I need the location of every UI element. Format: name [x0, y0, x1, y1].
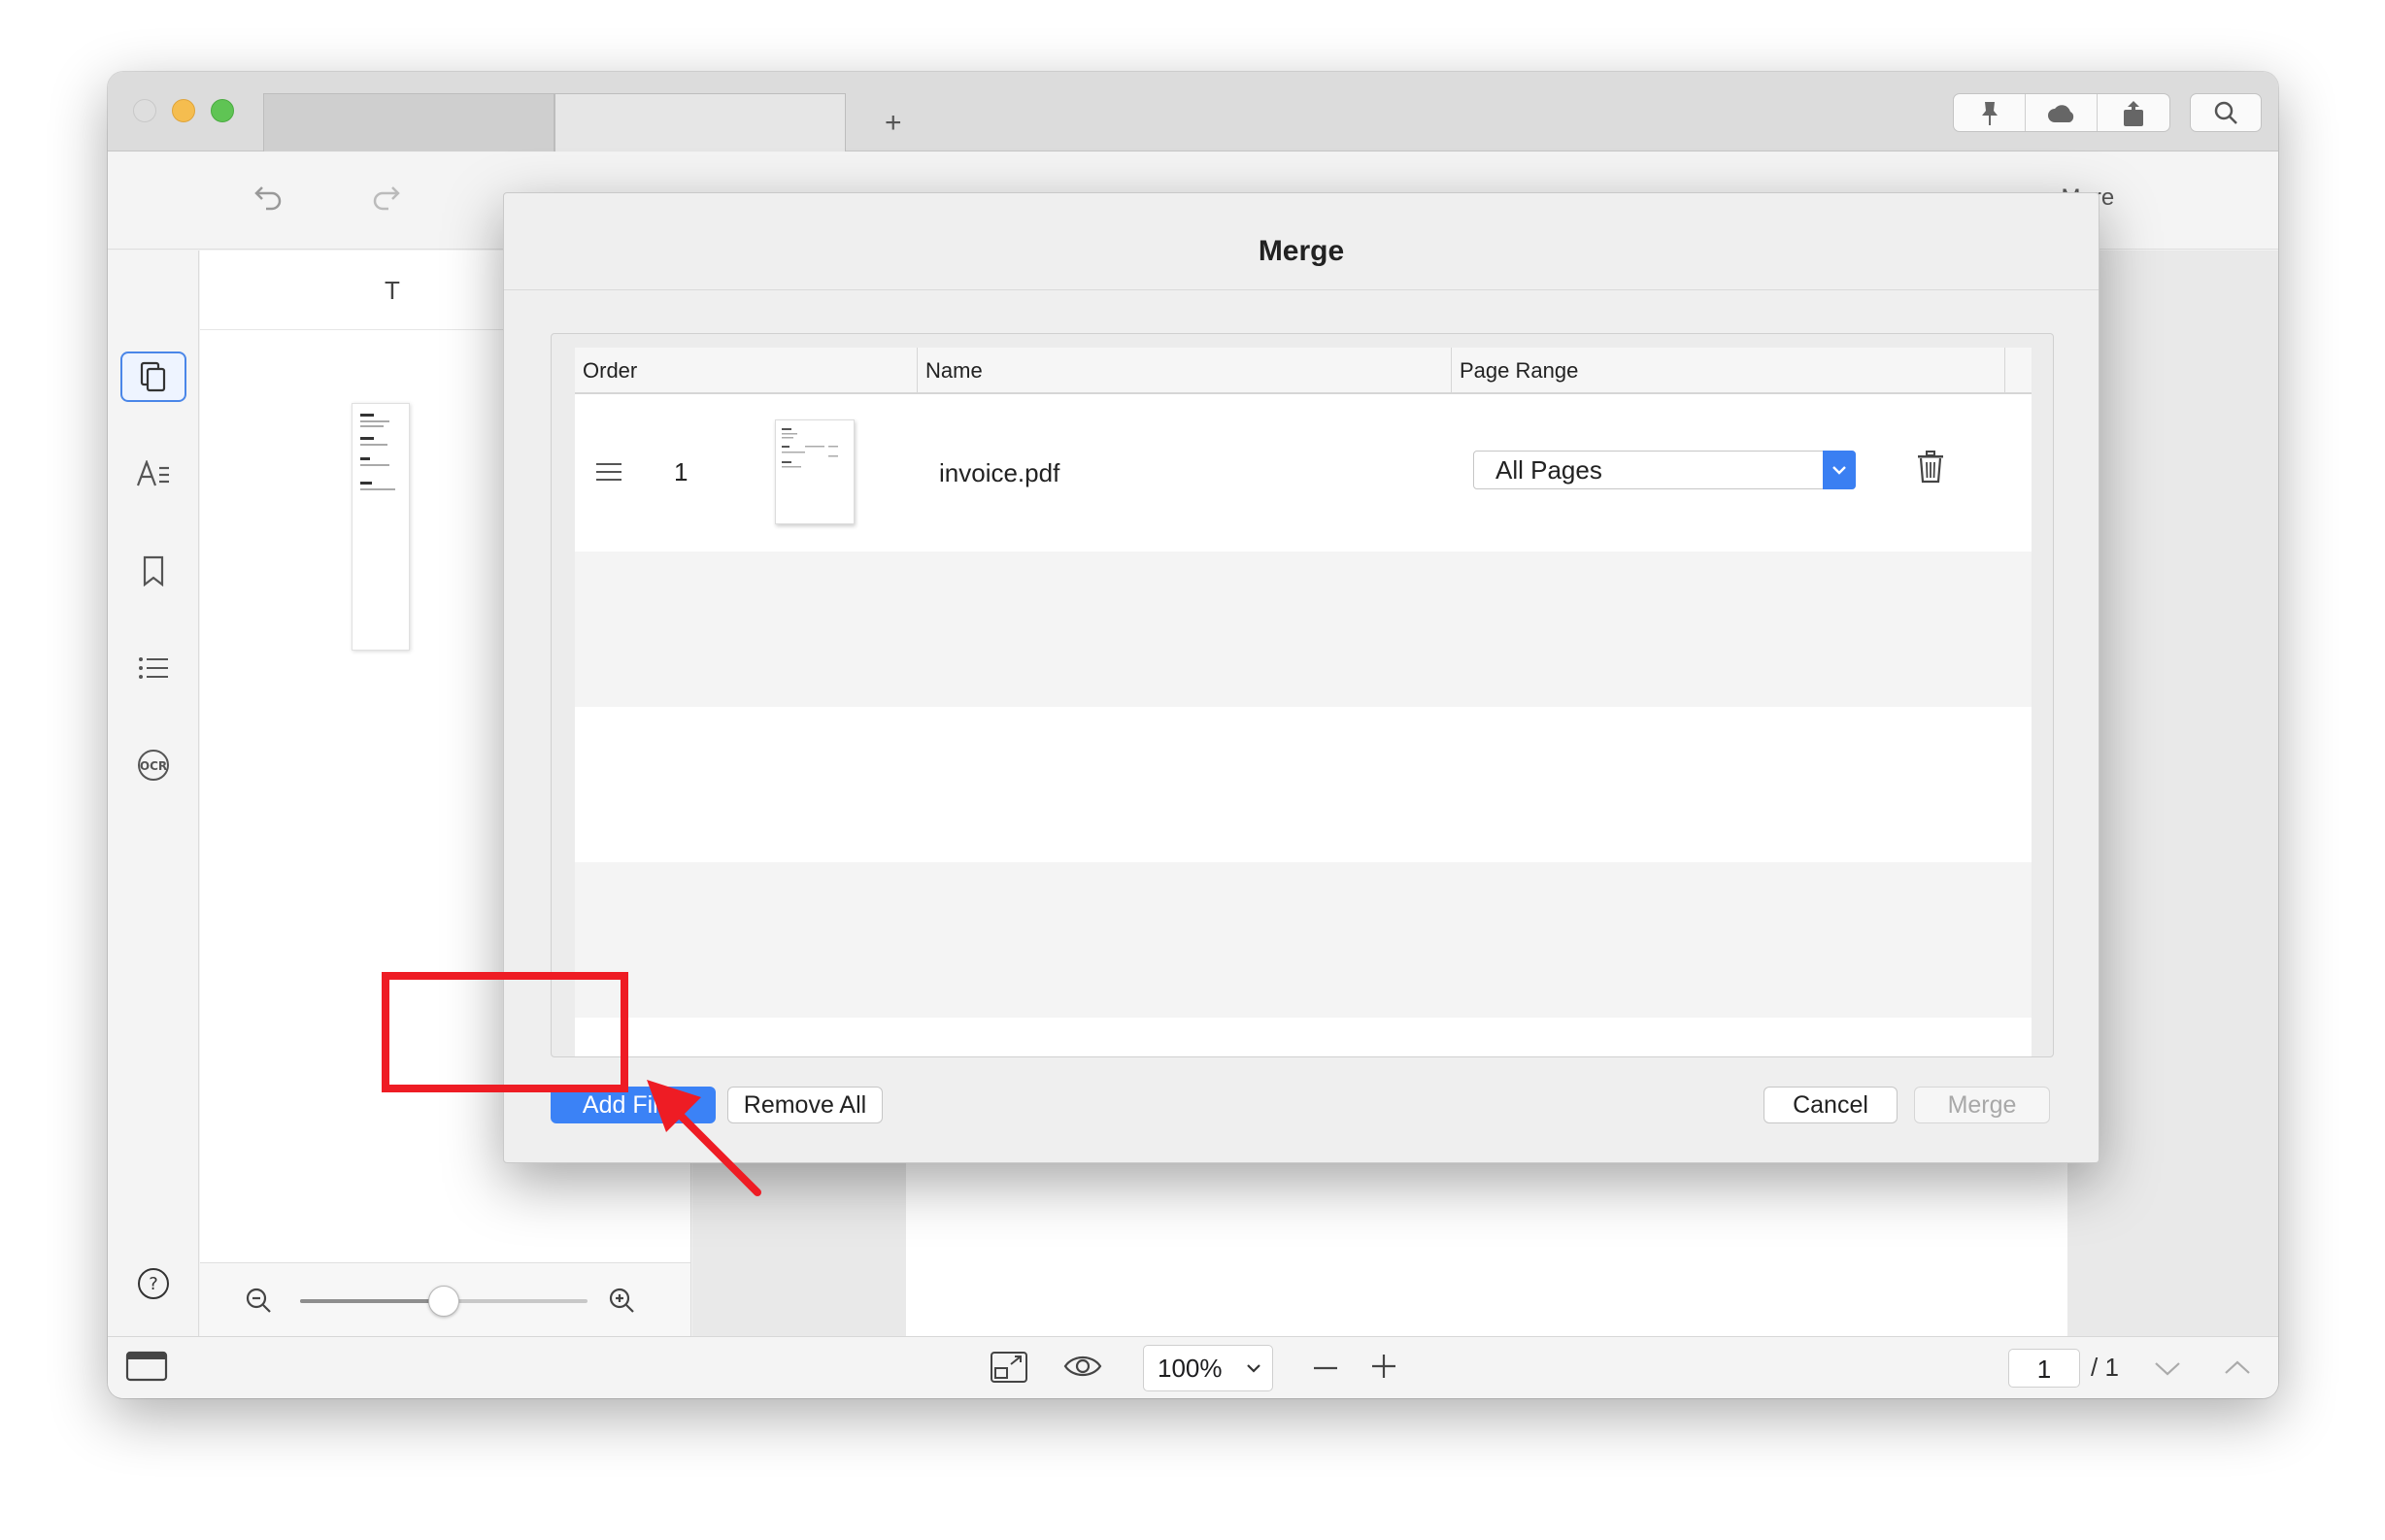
search-button[interactable] [2190, 93, 2262, 132]
empty-row [575, 707, 2032, 862]
page-range-select[interactable]: All Pages [1473, 451, 1856, 489]
empty-row [575, 1018, 2032, 1056]
chevron-down-icon [1832, 466, 1846, 475]
text-format-icon [136, 460, 169, 486]
drag-handle-icon[interactable] [594, 462, 623, 486]
cloud-icon [2047, 105, 2073, 122]
undo-icon [254, 186, 282, 211]
cancel-button[interactable]: Cancel [1764, 1087, 1898, 1123]
zoom-level-select[interactable]: 100% [1143, 1345, 1273, 1391]
list-icon [139, 657, 168, 679]
zoom-out-icon [246, 1288, 271, 1313]
file-order: 1 [674, 457, 689, 486]
left-sidebar: OCR ? [108, 251, 199, 1336]
window-layout-button[interactable] [125, 1351, 168, 1382]
title-bar: + [108, 72, 2278, 151]
window-minimize-button[interactable] [172, 99, 195, 122]
column-header-page-range[interactable]: Page Range [1452, 348, 2005, 394]
thumbnail-header-label: T [385, 276, 400, 305]
pin-icon [1981, 102, 1998, 125]
window-layout-icon [125, 1351, 168, 1382]
cloud-button[interactable] [2026, 94, 2098, 131]
share-button[interactable] [2098, 94, 2169, 131]
redo-icon [373, 186, 400, 211]
chevron-down-icon [1247, 1364, 1260, 1373]
new-tab-button[interactable]: + [885, 107, 902, 140]
file-thumbnail-icon [782, 428, 838, 468]
ocr-icon: OCR [138, 750, 169, 781]
file-list-frame: Order Name Page Range 1 invoice.pdf All … [551, 333, 2054, 1057]
plus-icon [1372, 1355, 1395, 1378]
page-thumbnail-content-icon [360, 414, 395, 490]
chevron-up-icon [2225, 1360, 2250, 1374]
undo-button[interactable] [253, 182, 285, 216]
slider-fill [300, 1299, 444, 1303]
svg-text:OCR: OCR [140, 759, 167, 773]
svg-text:?: ? [149, 1274, 158, 1294]
app-window: + ••• More [108, 72, 2278, 1398]
file-name: invoice.pdf [939, 458, 1060, 487]
thumbnail-zoom-bar [200, 1262, 690, 1336]
help-button[interactable]: ? [120, 1258, 186, 1309]
zoom-out-button[interactable] [1312, 1358, 1339, 1378]
previous-page-button[interactable] [2223, 1358, 2252, 1378]
page-thumbnail[interactable] [352, 403, 410, 651]
fit-page-icon [991, 1352, 1027, 1383]
sidebar-text-button[interactable] [120, 449, 186, 499]
annotation-arrow-icon [647, 1080, 761, 1196]
minus-icon [1314, 1366, 1337, 1370]
zoom-level-value: 100% [1158, 1353, 1223, 1383]
help-icon: ? [138, 1268, 169, 1299]
sidebar-thumbnails-button[interactable] [120, 352, 186, 402]
chevron-down-icon [2155, 1362, 2180, 1376]
dialog-title: Merge [1258, 235, 1345, 267]
pin-button[interactable] [1954, 94, 2026, 131]
sidebar-bookmarks-button[interactable] [120, 546, 186, 596]
sidebar-outline-button[interactable] [120, 643, 186, 693]
slider-knob[interactable] [428, 1286, 459, 1317]
thumbnail-zoom-out-button[interactable] [245, 1287, 272, 1319]
dialog-title-bar: Merge [504, 193, 2099, 290]
page-range-dropdown-button[interactable] [1823, 451, 1856, 489]
delete-file-button[interactable] [1916, 451, 1945, 488]
trash-icon [1918, 451, 1943, 484]
view-mode-button[interactable] [1063, 1353, 1102, 1380]
page-range-value: All Pages [1495, 455, 1602, 485]
search-icon [2214, 101, 2237, 124]
current-page-input[interactable]: 1 [2008, 1349, 2080, 1388]
window-close-button[interactable] [133, 99, 156, 122]
file-list-header: Order Name Page Range [575, 348, 2032, 394]
thumbnail-zoom-in-button[interactable] [608, 1287, 635, 1319]
merge-button[interactable]: Merge [1914, 1087, 2050, 1123]
sidebar-ocr-button[interactable]: OCR [120, 740, 186, 790]
merge-dialog: Merge Order Name Page Range 1 invoice.pd… [503, 192, 2099, 1163]
zoom-in-icon [609, 1288, 634, 1313]
bookmark-icon [143, 555, 164, 586]
total-pages: / 1 [2091, 1353, 2119, 1382]
share-icon [2124, 101, 2143, 126]
redo-button[interactable] [370, 182, 401, 216]
top-toolbar-group [1953, 93, 2170, 132]
tab-document[interactable] [554, 93, 846, 151]
tab-home[interactable] [263, 93, 554, 151]
empty-row [575, 862, 2032, 1018]
fit-page-button[interactable] [990, 1351, 1028, 1384]
status-bar: 100% 1 / 1 [108, 1336, 2278, 1398]
eye-icon [1063, 1356, 1102, 1377]
empty-row [575, 552, 2032, 707]
pages-icon [140, 361, 166, 392]
file-thumbnail [775, 419, 855, 524]
window-maximize-button[interactable] [211, 99, 234, 122]
column-header-order[interactable]: Order [575, 348, 918, 394]
annotation-highlight-box [382, 972, 628, 1092]
file-list: Order Name Page Range 1 invoice.pdf All … [575, 348, 2032, 1056]
column-header-name[interactable]: Name [918, 348, 1452, 394]
file-row[interactable]: 1 invoice.pdf All Pages [575, 396, 2032, 552]
zoom-in-button[interactable] [1370, 1353, 1397, 1380]
next-page-button[interactable] [2153, 1358, 2182, 1378]
